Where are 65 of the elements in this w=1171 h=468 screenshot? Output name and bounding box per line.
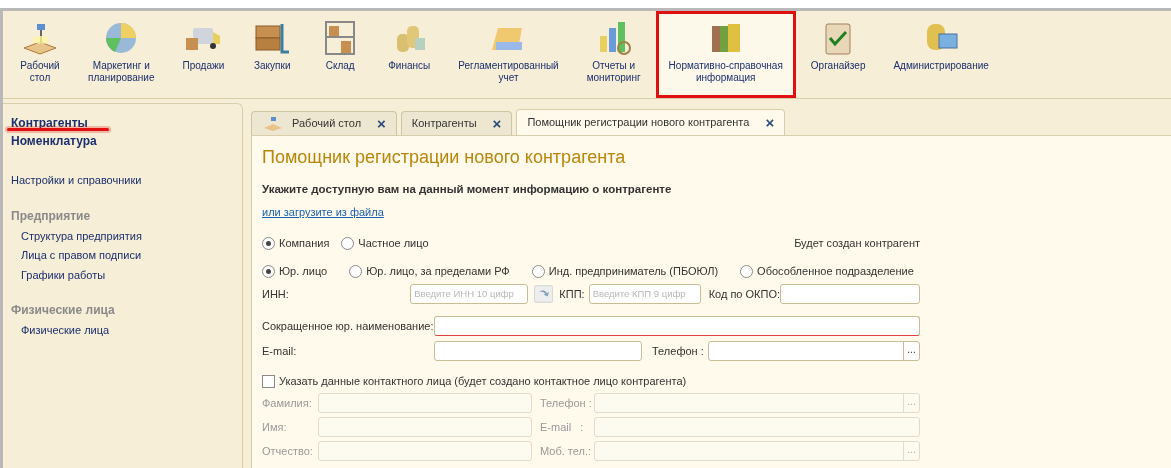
field-label: Фамилия: xyxy=(262,396,313,411)
input-field[interactable] xyxy=(780,283,920,304)
radio-label: Юр. лицо, за пределами РФ xyxy=(366,264,510,280)
radio-button[interactable] xyxy=(740,265,754,278)
sidebar-link[interactable]: Графики работы xyxy=(11,266,106,283)
section-button[interactable]: Финансы xyxy=(375,11,444,98)
field-label: E-mail: xyxy=(262,343,298,359)
close-icon[interactable]: × xyxy=(492,116,502,131)
field-label: E-mail : xyxy=(540,420,585,435)
field-label: Отчество: xyxy=(262,444,314,459)
radio-label: Обособленное подразделение xyxy=(757,264,914,280)
tab[interactable]: Помощник регистрации нового контрагента × xyxy=(516,109,786,135)
input-field[interactable]: ... xyxy=(707,340,920,361)
field-label: Сокращенное юр. наименование: xyxy=(262,318,434,334)
sidebar-link[interactable]: Настройки и справочники xyxy=(11,172,142,189)
close-icon[interactable]: × xyxy=(765,115,775,130)
checkbox-label: Указать данные контактного лица (будет создано контактное лицо контрагента) xyxy=(279,373,687,389)
sidebar-link[interactable]: Номенклатура xyxy=(11,132,97,150)
field-label: Телефон : xyxy=(652,343,704,359)
radio-label: Инд. предприниматель (ПБОЮЛ) xyxy=(548,264,719,280)
close-icon[interactable]: × xyxy=(377,116,386,131)
section-button[interactable]: Рабочий стол xyxy=(7,11,73,98)
group-heading: Физические лица xyxy=(11,302,115,319)
field-label: Код по ОКПО: xyxy=(708,286,780,302)
section-button[interactable]: Администрирование xyxy=(880,11,1002,98)
radio-button[interactable] xyxy=(531,265,545,278)
field-label: Моб. тел.: xyxy=(540,444,592,459)
radio-label: Юр. лицо xyxy=(279,264,328,280)
field-label: Телефон : xyxy=(540,396,593,411)
load-file-link[interactable]: или загрузите из файла xyxy=(262,204,384,221)
radio-button[interactable] xyxy=(341,236,355,250)
choice-button[interactable]: ... xyxy=(903,341,919,360)
instruction-text: Укажите доступную вам на данный момент информацию о контрагенте xyxy=(262,182,672,197)
result-note: Будет создан контрагент xyxy=(794,235,920,251)
group-heading: Предприятие xyxy=(11,207,91,225)
form-title: Помощник регистрации нового контрагента xyxy=(262,146,626,169)
sidebar-link[interactable]: Структура предприятия xyxy=(11,227,142,244)
tab[interactable]: Рабочий стол × xyxy=(251,111,397,135)
checkbox[interactable] xyxy=(262,374,275,388)
section-button[interactable]: Закупки xyxy=(239,11,306,98)
radio-label: Компания xyxy=(279,235,330,251)
input-field[interactable] xyxy=(434,315,920,336)
radio-button[interactable] xyxy=(349,265,363,278)
field-label: КПП: xyxy=(559,286,585,302)
section-button[interactable]: Склад xyxy=(307,11,374,98)
section-button[interactable]: Органайзер xyxy=(797,11,879,98)
section-button[interactable]: Нормативно-справочная информация xyxy=(655,11,796,98)
input-field[interactable]: Введите ИНН 10 цифр xyxy=(410,283,529,304)
input-field[interactable] xyxy=(434,340,642,361)
section-button[interactable]: Маркетинг и планирование xyxy=(75,11,168,98)
desk-lamp-icon xyxy=(262,115,284,132)
section-button[interactable]: Продажи xyxy=(169,11,238,98)
sidebar-link[interactable]: Лица с правом подписи xyxy=(11,247,142,264)
section-button[interactable]: Регламентированный учет xyxy=(445,11,572,98)
field-label: Имя: xyxy=(262,420,288,435)
radio-label: Частное лицо xyxy=(358,235,429,251)
input-field[interactable]: Введите КПП 9 цифр xyxy=(588,283,701,304)
field-label: ИНН: xyxy=(262,286,290,302)
tab[interactable]: Контрагенты × xyxy=(400,111,513,135)
arrow-button-icon[interactable] xyxy=(534,283,554,304)
sidebar-link[interactable]: Контрагенты xyxy=(11,114,88,132)
sidebar-link[interactable]: Физические лица xyxy=(11,322,110,339)
section-button[interactable]: Отчеты и мониторинг xyxy=(573,11,654,98)
radio-button[interactable] xyxy=(262,236,275,250)
radio-button[interactable] xyxy=(262,265,275,278)
